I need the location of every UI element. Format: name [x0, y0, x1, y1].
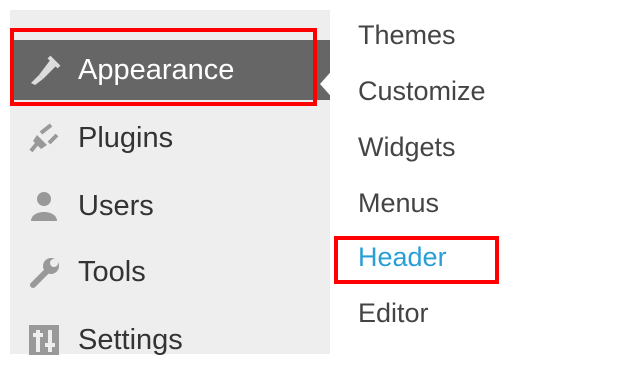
- admin-sidebar: Appearance Plugins Users Tools Settings: [10, 10, 336, 356]
- sidebar-item-label: Users: [78, 189, 154, 222]
- wrench-icon: [26, 254, 62, 290]
- appearance-submenu: Themes Customize Widgets Menus Header Ed…: [330, 0, 640, 354]
- sidebar-item-settings[interactable]: Settings: [10, 310, 330, 370]
- sidebar-item-appearance[interactable]: Appearance: [10, 40, 330, 100]
- sidebar-item-label: Plugins: [78, 121, 174, 154]
- sidebar-item-label: Settings: [78, 323, 183, 356]
- settings-sliders-icon: [26, 322, 62, 358]
- sidebar-item-tools[interactable]: Tools: [10, 242, 330, 302]
- submenu-item-themes[interactable]: Themes: [358, 20, 456, 51]
- sidebar-item-plugins[interactable]: Plugins: [10, 108, 330, 168]
- submenu-item-widgets[interactable]: Widgets: [358, 132, 456, 163]
- submenu-item-editor[interactable]: Editor: [358, 298, 429, 329]
- sidebar-item-users[interactable]: Users: [10, 176, 330, 236]
- sidebar-item-label: Appearance: [78, 53, 235, 86]
- user-icon: [26, 188, 62, 224]
- submenu-item-menus[interactable]: Menus: [358, 188, 439, 219]
- sidebar-item-label: Tools: [78, 255, 146, 288]
- paintbrush-icon: [26, 52, 62, 88]
- submenu-item-header[interactable]: Header: [358, 242, 447, 273]
- plug-icon: [26, 120, 62, 156]
- submenu-item-customize[interactable]: Customize: [358, 76, 486, 107]
